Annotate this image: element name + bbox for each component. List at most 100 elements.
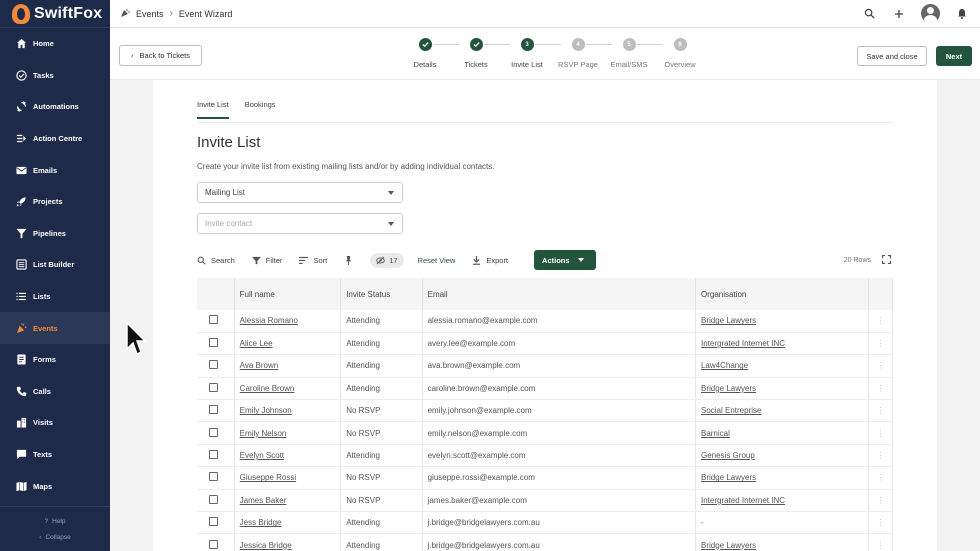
contact-name-link[interactable]: Emily Johnson xyxy=(240,406,292,415)
sidebar-item-events[interactable]: Events xyxy=(0,312,110,344)
row-menu-icon[interactable]: ⋮ xyxy=(868,489,894,513)
export-button[interactable]: Export xyxy=(472,255,508,265)
contact-name-link[interactable]: Jess Bridge xyxy=(240,518,282,527)
contact-name-link[interactable]: Caroline Brown xyxy=(240,384,295,393)
contact-name-link[interactable]: Jessica Bridge xyxy=(240,541,292,550)
sidebar-item-home[interactable]: Home xyxy=(0,28,110,60)
row-checkbox[interactable] xyxy=(209,382,218,392)
eye-off-icon xyxy=(376,256,386,264)
organisation-link[interactable]: Bridge Lawyers xyxy=(701,384,756,393)
mailing-list-select[interactable]: Mailing List xyxy=(197,182,403,203)
organisation-link[interactable]: Intergrated Internet INC xyxy=(701,339,785,348)
contact-name-link[interactable]: Alice Lee xyxy=(240,339,273,348)
column-full-name[interactable]: Full name xyxy=(234,278,342,310)
row-menu-icon[interactable]: ⋮ xyxy=(868,533,894,551)
reset-view-link[interactable]: Reset View xyxy=(418,256,456,265)
sort-button[interactable]: Sort xyxy=(299,256,327,265)
row-menu-icon[interactable]: ⋮ xyxy=(868,466,894,490)
next-button[interactable]: Next xyxy=(936,46,972,66)
user-avatar[interactable] xyxy=(921,4,940,23)
row-checkbox[interactable] xyxy=(209,539,218,549)
row-menu-icon[interactable]: ⋮ xyxy=(868,399,894,423)
table-row[interactable]: Giuseppe Rossi No RSVP giuseppe.rossi@exam… xyxy=(197,466,894,490)
sidebar-item-action-centre[interactable]: Action Centre xyxy=(0,123,110,155)
row-menu-icon[interactable]: ⋮ xyxy=(868,377,894,401)
contact-name-link[interactable]: James Baker xyxy=(240,496,287,505)
table-row[interactable]: Emily Nelson No RSVP emily.nelson@example.… xyxy=(197,421,894,445)
organisation-link[interactable]: Law4Change xyxy=(701,361,748,370)
tab-bookings[interactable]: Bookings xyxy=(245,100,276,119)
row-checkbox[interactable] xyxy=(209,472,218,482)
row-checkbox[interactable] xyxy=(209,360,218,370)
column-organisation[interactable]: Organisation xyxy=(695,278,869,310)
row-checkbox[interactable] xyxy=(209,450,218,460)
sidebar-item-maps[interactable]: Maps xyxy=(0,470,110,502)
search-button[interactable]: Search xyxy=(197,256,235,265)
check-circle-icon xyxy=(15,69,27,81)
organisation-link[interactable]: Genesis Group xyxy=(701,451,755,460)
organisation-link[interactable]: Bridge Lawyers xyxy=(701,541,756,550)
sidebar-item-emails[interactable]: Emails xyxy=(0,154,110,186)
table-row[interactable]: James Baker No RSVP james.baker@example.co… xyxy=(197,489,894,513)
row-checkbox[interactable] xyxy=(209,494,218,504)
organisation-link[interactable]: Intergrated Internet INC xyxy=(701,496,785,505)
row-menu-icon[interactable]: ⋮ xyxy=(868,354,894,378)
row-checkbox[interactable] xyxy=(209,405,218,415)
sidebar-item-forms[interactable]: Forms xyxy=(0,344,110,376)
table-row[interactable]: Ava Brown Attending ava.brown@example.com L… xyxy=(197,354,894,378)
table-row[interactable]: Alessia Romano Attending alessia.romano@ex… xyxy=(197,310,894,333)
row-menu-icon[interactable]: ⋮ xyxy=(868,444,894,468)
contact-name-link[interactable]: Giuseppe Rossi xyxy=(240,473,296,482)
sidebar-item-projects[interactable]: Projects xyxy=(0,186,110,218)
contact-name-link[interactable]: Emily Nelson xyxy=(240,429,287,438)
row-menu-icon[interactable]: ⋮ xyxy=(868,511,894,535)
breadcrumb-events[interactable]: Events xyxy=(136,9,164,19)
row-checkbox[interactable] xyxy=(209,427,218,437)
filter-button[interactable]: Filter xyxy=(251,256,282,265)
table-row[interactable]: Caroline Brown Attending caroline.brown@ex… xyxy=(197,377,894,401)
tab-invite-list[interactable]: Invite List xyxy=(197,100,229,119)
app-logo[interactable]: SwiftFox xyxy=(0,0,110,28)
sidebar-item-texts[interactable]: Texts xyxy=(0,439,110,471)
sidebar-item-visits[interactable]: Visits xyxy=(0,407,110,439)
table-row[interactable]: Emily Johnson No RSVP emily.johnson@exampl… xyxy=(197,399,894,423)
sidebar-item-calls[interactable]: Calls xyxy=(0,376,110,408)
search-icon[interactable] xyxy=(861,6,877,22)
invite-contact-select[interactable]: Invite contact xyxy=(197,213,403,234)
sidebar-item-automations[interactable]: Automations xyxy=(0,91,110,123)
row-menu-icon[interactable]: ⋮ xyxy=(868,310,894,333)
sidebar-item-pipelines[interactable]: Pipelines xyxy=(0,218,110,250)
row-checkbox[interactable] xyxy=(209,517,218,527)
row-menu-icon[interactable]: ⋮ xyxy=(868,421,894,445)
table-row[interactable]: Alice Lee Attending avery.lee@example.com I… xyxy=(197,332,894,356)
column-invite-status[interactable]: Invite Status xyxy=(340,278,423,310)
organisation-link[interactable]: Bridge Lawyers xyxy=(701,473,756,482)
sidebar-item-list-builder[interactable]: List Builder xyxy=(0,249,110,281)
contact-name-link[interactable]: Ava Brown xyxy=(240,361,279,370)
row-menu-icon[interactable]: ⋮ xyxy=(868,332,894,356)
table-row[interactable]: Evelyn Scott Attending evelyn.scott@exampl… xyxy=(197,444,894,468)
table-row[interactable]: Jessica Bridge Attending j.bridge@bridgela… xyxy=(197,533,894,551)
wizard-step-overview[interactable]: 6 Overview xyxy=(650,38,710,69)
hidden-columns-toggle[interactable]: 17 xyxy=(370,252,404,268)
row-checkbox[interactable] xyxy=(209,315,218,325)
contact-name-link[interactable]: Alessia Romano xyxy=(240,316,298,325)
collapse-button[interactable]: ‹ Collapse xyxy=(0,529,110,545)
help-link[interactable]: ? Help xyxy=(0,513,110,529)
column-email[interactable]: Email xyxy=(422,278,696,310)
table-row[interactable]: Jess Bridge Attending j.bridge@bridgelawye… xyxy=(197,511,894,535)
bell-icon[interactable] xyxy=(954,6,970,22)
organisation-link[interactable]: Bridge Lawyers xyxy=(701,316,756,325)
organisation-link[interactable]: Social Entreprise xyxy=(701,406,761,415)
organisation-link[interactable]: Barnical xyxy=(701,429,730,438)
contact-name-link[interactable]: Evelyn Scott xyxy=(240,451,284,460)
pin-button[interactable] xyxy=(344,255,353,265)
plus-icon[interactable] xyxy=(891,6,907,22)
save-and-close-button[interactable]: Save and close xyxy=(857,46,927,66)
sidebar-item-lists[interactable]: Lists xyxy=(0,281,110,313)
sidebar-item-tasks[interactable]: Tasks xyxy=(0,60,110,92)
row-checkbox[interactable] xyxy=(209,338,218,348)
back-to-tickets-button[interactable]: ‹ Back to Tickets xyxy=(119,45,202,66)
actions-dropdown-button[interactable]: Actions xyxy=(534,250,596,270)
fullscreen-icon[interactable] xyxy=(882,255,891,264)
